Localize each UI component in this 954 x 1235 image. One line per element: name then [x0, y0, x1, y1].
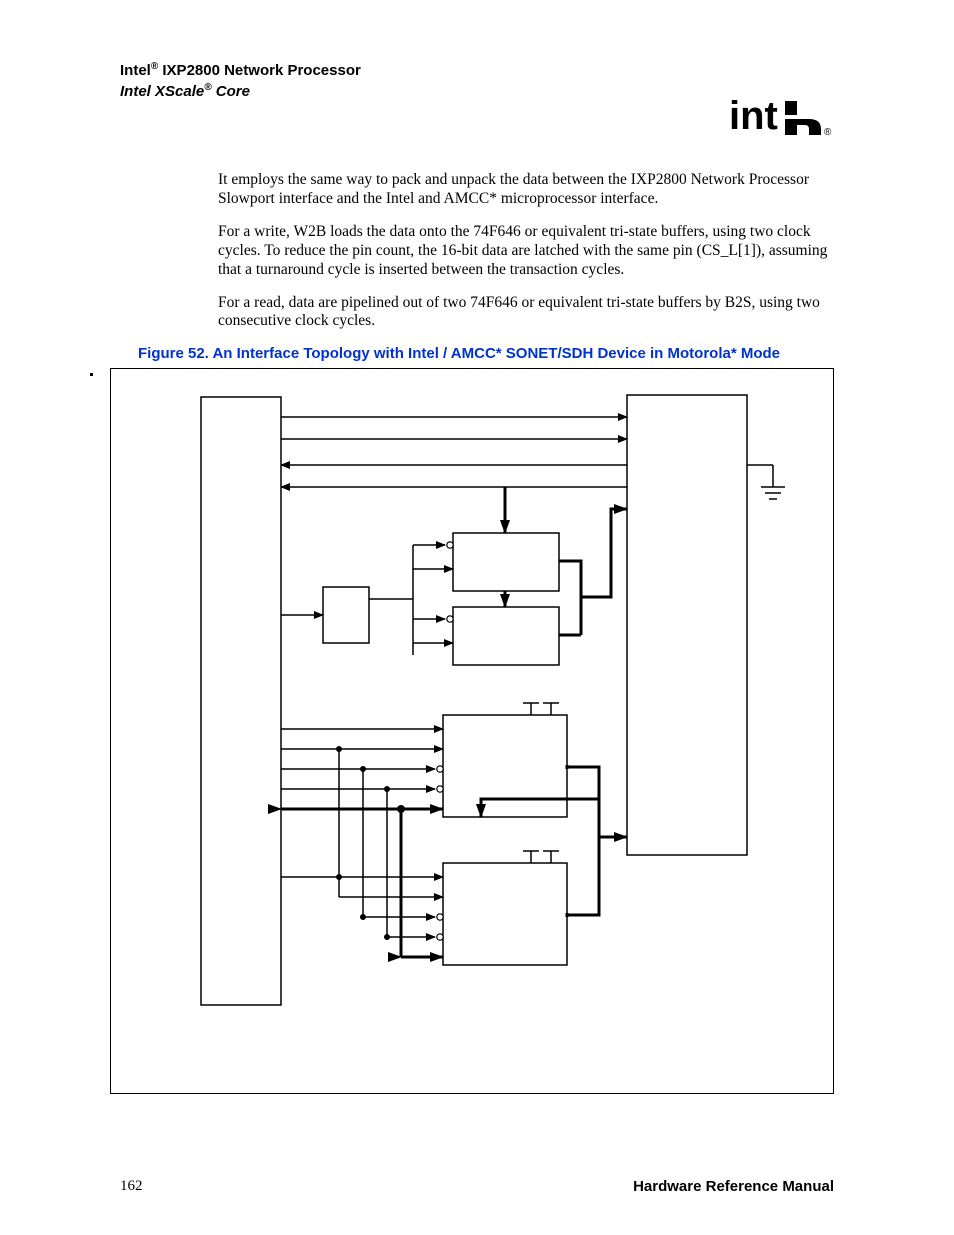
svg-text:int: int [729, 95, 778, 138]
manual-title: Hardware Reference Manual [633, 1178, 834, 1195]
ground-symbol-icon [747, 465, 785, 499]
registered-mark: ® [204, 82, 211, 93]
buffer-upper-2 [453, 607, 559, 665]
page-footer: 162 Hardware Reference Manual [120, 1178, 834, 1195]
figure-caption: Figure 52. An Interface Topology with In… [138, 345, 834, 362]
interface-topology-diagram-icon [111, 369, 835, 1095]
brand-prefix: Intel [120, 62, 151, 79]
buffer-lower-1 [443, 715, 567, 817]
bullet-dot [90, 373, 93, 376]
right-device-block [627, 395, 747, 855]
core-prefix: Intel XScale [120, 83, 204, 100]
paragraph-1: It employs the same way to pack and unpa… [218, 171, 834, 209]
figure-52-diagram [110, 368, 834, 1094]
paragraph-3: For a read, data are pipelined out of tw… [218, 294, 834, 332]
intel-logo-icon: int ® [729, 95, 839, 140]
svg-text:®: ® [824, 127, 832, 138]
paragraph-2: For a write, W2B loads the data onto the… [218, 223, 834, 280]
left-processor-block [201, 397, 281, 1005]
core-suffix: Core [212, 83, 250, 100]
document-header: Intel® IXP2800 Network Processor Intel X… [120, 60, 834, 101]
body-text: It employs the same way to pack and unpa… [218, 171, 834, 331]
page-number: 162 [120, 1178, 143, 1194]
small-converter-block [323, 587, 369, 643]
buffer-upper-1 [453, 533, 559, 591]
page: Intel® IXP2800 Network Processor Intel X… [0, 0, 954, 1235]
header-line-2: Intel XScale® Core [120, 81, 834, 102]
buffer-lower-2 [443, 863, 567, 965]
product-name: IXP2800 Network Processor [158, 62, 361, 79]
header-line-1: Intel® IXP2800 Network Processor [120, 60, 834, 81]
